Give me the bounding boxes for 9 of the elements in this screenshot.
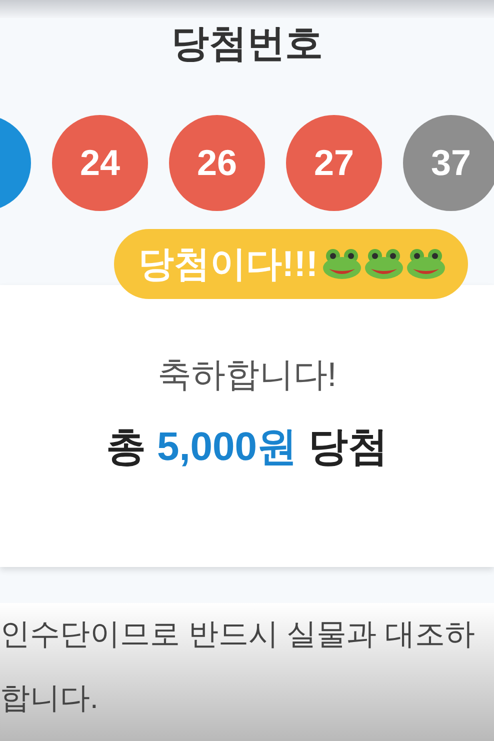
section-title: 당첨번호 bbox=[171, 22, 323, 67]
frog-icon bbox=[322, 248, 362, 280]
prize-amount-text: 총 5,000원 당첨 bbox=[106, 424, 388, 471]
notice-text: 합니다. bbox=[0, 681, 100, 717]
frog-icon bbox=[364, 248, 404, 280]
winner-badge: 당첨이다!!! bbox=[114, 229, 468, 299]
frog-icon bbox=[406, 248, 446, 280]
notice-text: 인수단이므로 반드시 실물과 대조하 bbox=[0, 617, 476, 653]
congratulations-text: 축하합니다! bbox=[157, 355, 337, 396]
